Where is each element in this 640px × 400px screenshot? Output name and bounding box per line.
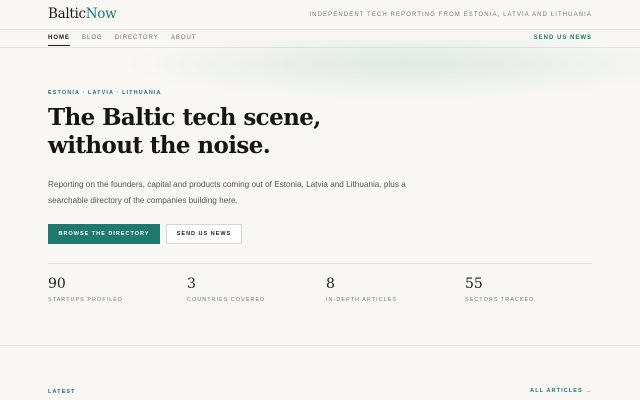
nav-item-blog[interactable]: Blog: [82, 35, 103, 46]
nav-send-news-link[interactable]: Send us news: [534, 35, 592, 41]
stat-label: Sectors tracked: [465, 297, 535, 303]
stat-label: In-depth articles: [326, 297, 397, 303]
nav-item-about[interactable]: About: [171, 35, 197, 46]
hero-headline: The Baltic tech scene, without the noise…: [48, 104, 428, 160]
nav-item-home[interactable]: Home: [48, 35, 70, 46]
logo-main-text: Baltic: [48, 6, 86, 22]
hero-headline-line-2: without the noise.: [48, 132, 271, 159]
stat-value: 8: [326, 276, 335, 292]
stat-countries: 3 Countries covered: [187, 276, 265, 303]
stat-label: Startups profiled: [48, 297, 123, 303]
stat-startups: 90 Startups profiled: [48, 276, 123, 303]
latest-section-label: Latest: [48, 389, 76, 395]
stat-value: 90: [48, 276, 66, 292]
logo-accent-text: Now: [85, 6, 117, 22]
stat-articles: 8 In-depth articles: [326, 276, 397, 303]
site-header: BalticNow Independent tech reporting fro…: [0, 0, 640, 30]
nav-links: Home Blog Directory About: [48, 35, 196, 46]
all-articles-link[interactable]: All articles →: [530, 388, 592, 394]
site-tagline: Independent tech reporting from Estonia,…: [309, 12, 592, 18]
stat-sectors: 55 Sectors tracked: [465, 276, 534, 303]
browse-directory-button[interactable]: Browse the directory: [48, 224, 160, 244]
stat-value: 55: [465, 276, 483, 292]
main-navigation: Home Blog Directory About Send us news: [0, 30, 640, 48]
nav-item-directory[interactable]: Directory: [115, 35, 159, 46]
stats-row: 90 Startups profiled 3 Countries covered…: [48, 263, 592, 309]
stat-value: 3: [187, 276, 196, 292]
hero-description: Reporting on the founders, capital and p…: [48, 180, 406, 205]
site-logo[interactable]: BalticNow: [48, 6, 117, 22]
stat-label: Countries covered: [187, 297, 266, 303]
section-divider: [0, 345, 640, 346]
hero-eyebrow: Estonia · Latvia · Lithuania: [48, 90, 162, 96]
hero-headline-line-1: The Baltic tech scene,: [48, 104, 321, 131]
hero-background-glow: [120, 40, 640, 100]
send-news-button[interactable]: Send us news: [166, 224, 242, 244]
